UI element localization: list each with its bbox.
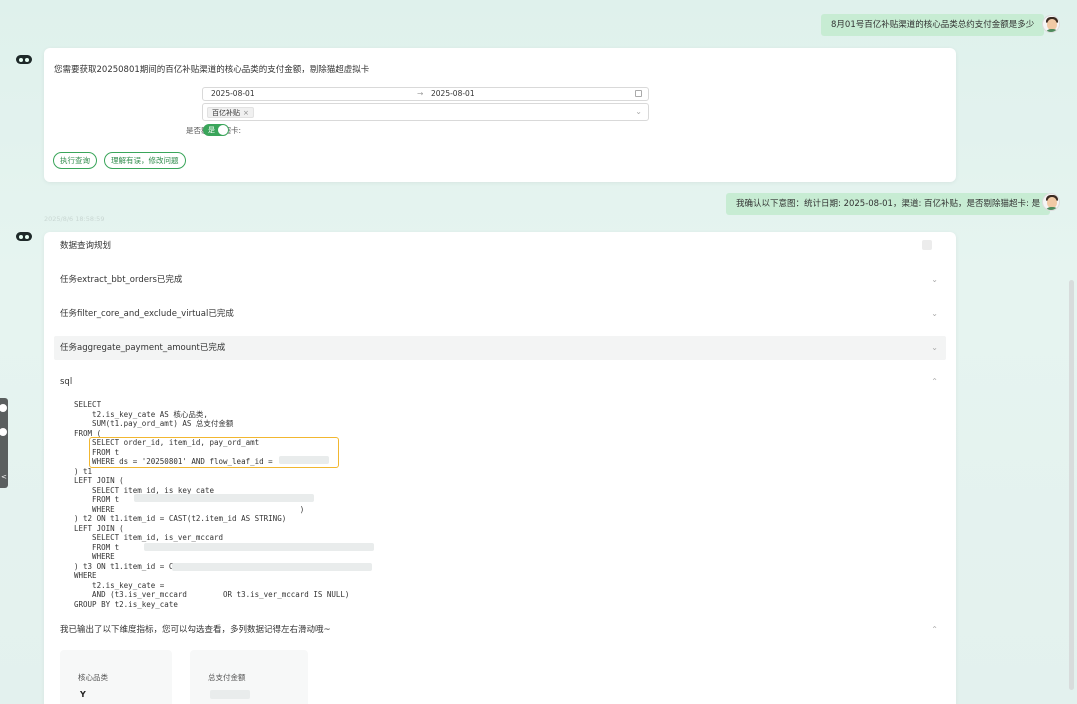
task-row-2[interactable]: 任务filter_core_and_exclude_virtual已完成 ⌄	[54, 302, 946, 326]
task-row-1[interactable]: 任务extract_bbt_orders已完成 ⌄	[54, 268, 946, 292]
query-plan-card: 数据查询规划 任务extract_bbt_orders已完成 ⌄ 任务filte…	[44, 232, 956, 704]
chevron-down-icon[interactable]: ⌄	[635, 107, 642, 116]
output-row[interactable]: 我已输出了以下维度指标，您可以勾选查看，多列数据记得左右滑动哦~ ⌃	[54, 618, 946, 642]
intent-title: 您需要获取20250801期间的百亿补贴渠道的核心品类的支付金额，剔除猫超虚拟卡	[54, 65, 370, 75]
plan-title: 数据查询规划	[60, 241, 112, 251]
plan-header: 数据查询规划	[54, 234, 946, 258]
redacted-patch	[134, 494, 314, 502]
exclude-label: 是否剔除猫超卡:	[161, 125, 241, 136]
task-label: 任务filter_core_and_exclude_virtual已完成	[60, 309, 234, 319]
tag-close-icon[interactable]: ×	[243, 109, 249, 117]
chevron-up-icon[interactable]: ⌃	[931, 370, 938, 394]
calendar-icon[interactable]	[635, 90, 642, 97]
chevron-down-icon[interactable]: ⌄	[931, 268, 938, 292]
date-start[interactable]: 2025-08-01	[211, 88, 255, 100]
fix-question-button[interactable]: 理解有误，修改问题	[104, 152, 186, 169]
column-header: 核心品类	[78, 673, 108, 682]
run-query-button[interactable]: 执行查询	[53, 152, 97, 169]
channel-tag: 百亿补贴 ×	[207, 107, 254, 118]
toggle-knob	[218, 125, 228, 135]
column-value: Y	[80, 690, 86, 699]
result-column-2[interactable]: 总支付金额	[190, 650, 308, 704]
chevron-left-icon[interactable]: <	[1, 473, 7, 481]
bot-icon	[16, 232, 32, 241]
date-end[interactable]: 2025-08-01	[431, 88, 475, 100]
page-scrollbar[interactable]	[1069, 280, 1074, 690]
task-row-3[interactable]: 任务aggregate_payment_amount已完成 ⌄	[54, 336, 946, 360]
column-header: 总支付金额	[208, 673, 246, 682]
redacted-value	[210, 690, 250, 699]
intent-card: 您需要获取20250801期间的百亿补贴渠道的核心品类的支付金额，剔除猫超虚拟卡…	[44, 48, 956, 182]
chevron-down-icon[interactable]: ⌄	[931, 302, 938, 326]
toggle-text: 是	[208, 126, 215, 134]
user-avatar	[1042, 15, 1060, 33]
message-timestamp: 2025/8/6 18:58:59	[44, 215, 105, 223]
sql-row[interactable]: sql ⌃	[54, 370, 946, 394]
date-arrow-icon: →	[417, 89, 424, 98]
sql-label: sql	[60, 377, 73, 387]
date-range-picker[interactable]: 2025-08-01 → 2025-08-01	[202, 87, 649, 101]
side-panel-tab[interactable]: <	[0, 398, 8, 488]
tab-dot-icon	[0, 428, 7, 436]
redacted-patch	[144, 543, 374, 551]
result-column-1[interactable]: 核心品类 Y	[60, 650, 172, 704]
task-label: 任务aggregate_payment_amount已完成	[60, 343, 226, 353]
output-text: 我已输出了以下维度指标，您可以勾选查看，多列数据记得左右滑动哦~	[60, 625, 331, 635]
user-question-bubble: 8月01号百亿补贴渠道的核心品类总约支付金额是多少	[821, 14, 1045, 36]
user-confirm-bubble: 我确认以下意图：统计日期: 2025-08-01，渠道: 百亿补贴，是否剔除猫超…	[726, 193, 1051, 215]
channel-select[interactable]: 百亿补贴 × ⌄	[202, 103, 649, 121]
tab-dot-icon	[0, 404, 7, 412]
sql-code-block: SELECT t2.is_key_cate AS 核心品类, SUM(t1.pa…	[74, 400, 350, 609]
chevron-up-icon[interactable]: ⌃	[931, 618, 938, 642]
bot-icon	[16, 55, 32, 64]
collapse-toggle-icon[interactable]	[922, 240, 932, 250]
sql-highlight-box	[89, 437, 339, 468]
user-avatar	[1042, 193, 1060, 211]
chevron-down-icon[interactable]: ⌄	[931, 336, 938, 360]
exclude-toggle[interactable]: 是	[203, 124, 229, 136]
channel-tag-label: 百亿补贴	[212, 109, 240, 117]
redacted-patch	[172, 563, 372, 571]
task-label: 任务extract_bbt_orders已完成	[60, 275, 183, 285]
